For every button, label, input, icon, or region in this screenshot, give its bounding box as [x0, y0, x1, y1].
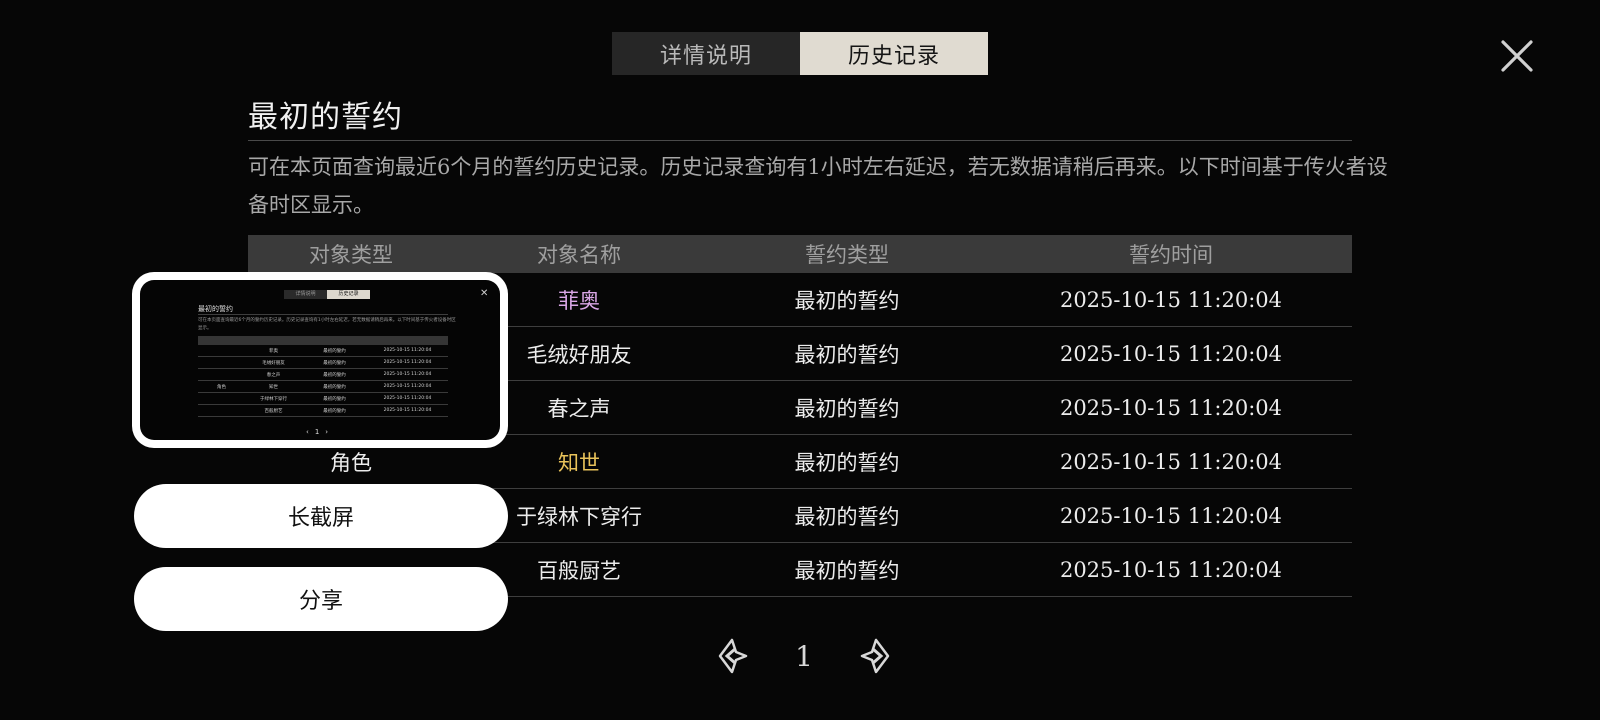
- column-header-type: 对象类型: [309, 243, 393, 267]
- page-number: 1: [795, 639, 813, 673]
- tab-bar: 详情说明 历史记录: [612, 32, 988, 75]
- row-pledge: 最初的誓约: [794, 288, 900, 313]
- thumbnail-table-row: 春之声 最初的誓约 2025-10-15 11:20:04: [198, 369, 448, 381]
- thumbnail-cell: 百般厨艺: [264, 408, 283, 414]
- row-name: 知世: [558, 450, 600, 475]
- thumbnail-table-row: 菲奥 最初的誓约 2025-10-15 11:20:04: [198, 345, 448, 357]
- thumbnail-description: 可在本页面查询最近6个月的誓约历史记录。历史记录查询有1小时左右延迟，若无数据请…: [198, 318, 456, 331]
- thumbnail-pager: ‹1›: [306, 428, 335, 436]
- history-page: 详情说明 历史记录 最初的誓约 可在本页面查询最近6个月的誓约历史记录。历史记录…: [0, 0, 1600, 720]
- thumbnail-table-header: [198, 336, 448, 345]
- thumbnail-cell: 2025-10-15 11:20:04: [383, 348, 432, 353]
- screenshot-thumbnail[interactable]: 详情说明 历史记录 ✕ 最初的誓约 可在本页面查询最近6个月的誓约历史记录。历史…: [132, 272, 508, 448]
- thumbnail-cell: 最初的誓约: [323, 408, 346, 414]
- long-screenshot-button[interactable]: 长截屏: [134, 484, 508, 548]
- thumbnail-cell: 2025-10-15 11:20:04: [383, 372, 432, 377]
- row-time: 2025-10-15 11:20:04: [1059, 341, 1283, 366]
- tab-details[interactable]: 详情说明: [612, 32, 800, 75]
- thumbnail-close-icon: ✕: [480, 288, 489, 299]
- tab-history[interactable]: 历史记录: [800, 32, 988, 75]
- thumbnail-tabs: 详情说明 历史记录: [284, 290, 370, 299]
- thumbnail-tab-history: 历史记录: [327, 290, 370, 299]
- thumbnail-miniature: 详情说明 历史记录 ✕ 最初的誓约 可在本页面查询最近6个月的誓约历史记录。历史…: [140, 280, 500, 440]
- page-title: 最初的誓约: [248, 100, 403, 135]
- thumbnail-page-number: 1: [314, 428, 326, 436]
- row-type: 角色: [330, 450, 372, 475]
- thumbnail-table-row: 角色 知世 最初的誓约 2025-10-15 11:20:04: [198, 381, 448, 393]
- thumbnail-cell: 角色: [217, 384, 226, 390]
- thumbnail-cell: 2025-10-15 11:20:04: [383, 396, 432, 401]
- thumbnail-table-body: 菲奥 最初的誓约 2025-10-15 11:20:04 毛绒好朋友 最初的誓约 2025…: [198, 345, 448, 417]
- thumbnail-table: 菲奥 最初的誓约 2025-10-15 11:20:04 毛绒好朋友 最初的誓约 2025…: [198, 336, 448, 417]
- thumbnail-table-row: 百般厨艺 最初的誓约 2025-10-15 11:20:04: [198, 405, 448, 417]
- next-page-icon[interactable]: [860, 638, 892, 674]
- column-header-pledge: 誓约类型: [805, 243, 889, 267]
- thumbnail-cell: 最初的誓约: [323, 372, 346, 378]
- page-description: 可在本页面查询最近6个月的誓约历史记录。历史记录查询有1小时左右延迟，若无数据请…: [248, 155, 1388, 217]
- table-header: 对象类型 对象名称 誓约类型 誓约时间: [248, 235, 1352, 273]
- thumbnail-cell: 于绿林下穿行: [260, 396, 287, 402]
- thumbnail-cell: 2025-10-15 11:20:04: [383, 408, 432, 413]
- thumbnail-tab-details: 详情说明: [284, 290, 327, 299]
- thumbnail-cell: 毛绒好朋友: [262, 360, 285, 366]
- thumbnail-divider: [198, 314, 448, 315]
- row-time: 2025-10-15 11:20:04: [1059, 395, 1283, 420]
- row-time: 2025-10-15 11:20:04: [1059, 557, 1283, 582]
- row-pledge: 最初的誓约: [794, 450, 900, 475]
- thumbnail-cell: 2025-10-15 11:20:04: [383, 384, 432, 389]
- row-pledge: 最初的誓约: [794, 396, 900, 421]
- close-icon[interactable]: [1497, 36, 1537, 76]
- thumbnail-cell: 最初的誓约: [323, 384, 346, 390]
- thumbnail-cell: 最初的誓约: [323, 348, 346, 354]
- row-pledge: 最初的誓约: [794, 558, 900, 583]
- thumbnail-cell: 菲奥: [269, 348, 278, 354]
- thumbnail-cell: 最初的誓约: [323, 360, 346, 366]
- thumbnail-preview: 详情说明 历史记录 ✕ 最初的誓约 可在本页面查询最近6个月的誓约历史记录。历史…: [140, 280, 500, 440]
- thumbnail-cell: 知世: [269, 384, 278, 390]
- title-divider: [248, 140, 1352, 141]
- column-header-time: 誓约时间: [1129, 243, 1213, 267]
- pagination: 1: [716, 636, 892, 676]
- thumbnail-cell: 最初的誓约: [323, 396, 346, 402]
- thumbnail-cell: 春之声: [266, 372, 281, 378]
- row-time: 2025-10-15 11:20:04: [1059, 287, 1283, 312]
- column-header-name: 对象名称: [537, 243, 621, 267]
- share-button[interactable]: 分享: [134, 567, 508, 631]
- row-pledge: 最初的誓约: [794, 504, 900, 529]
- prev-page-icon[interactable]: [716, 638, 748, 674]
- thumbnail-table-row: 于绿林下穿行 最初的誓约 2025-10-15 11:20:04: [198, 393, 448, 405]
- thumbnail-title: 最初的誓约: [198, 305, 233, 313]
- thumbnail-cell: 2025-10-15 11:20:04: [383, 360, 432, 365]
- row-pledge: 最初的誓约: [794, 342, 900, 367]
- row-time: 2025-10-15 11:20:04: [1059, 449, 1283, 474]
- thumbnail-table-row: 毛绒好朋友 最初的誓约 2025-10-15 11:20:04: [198, 357, 448, 369]
- row-time: 2025-10-15 11:20:04: [1059, 503, 1283, 528]
